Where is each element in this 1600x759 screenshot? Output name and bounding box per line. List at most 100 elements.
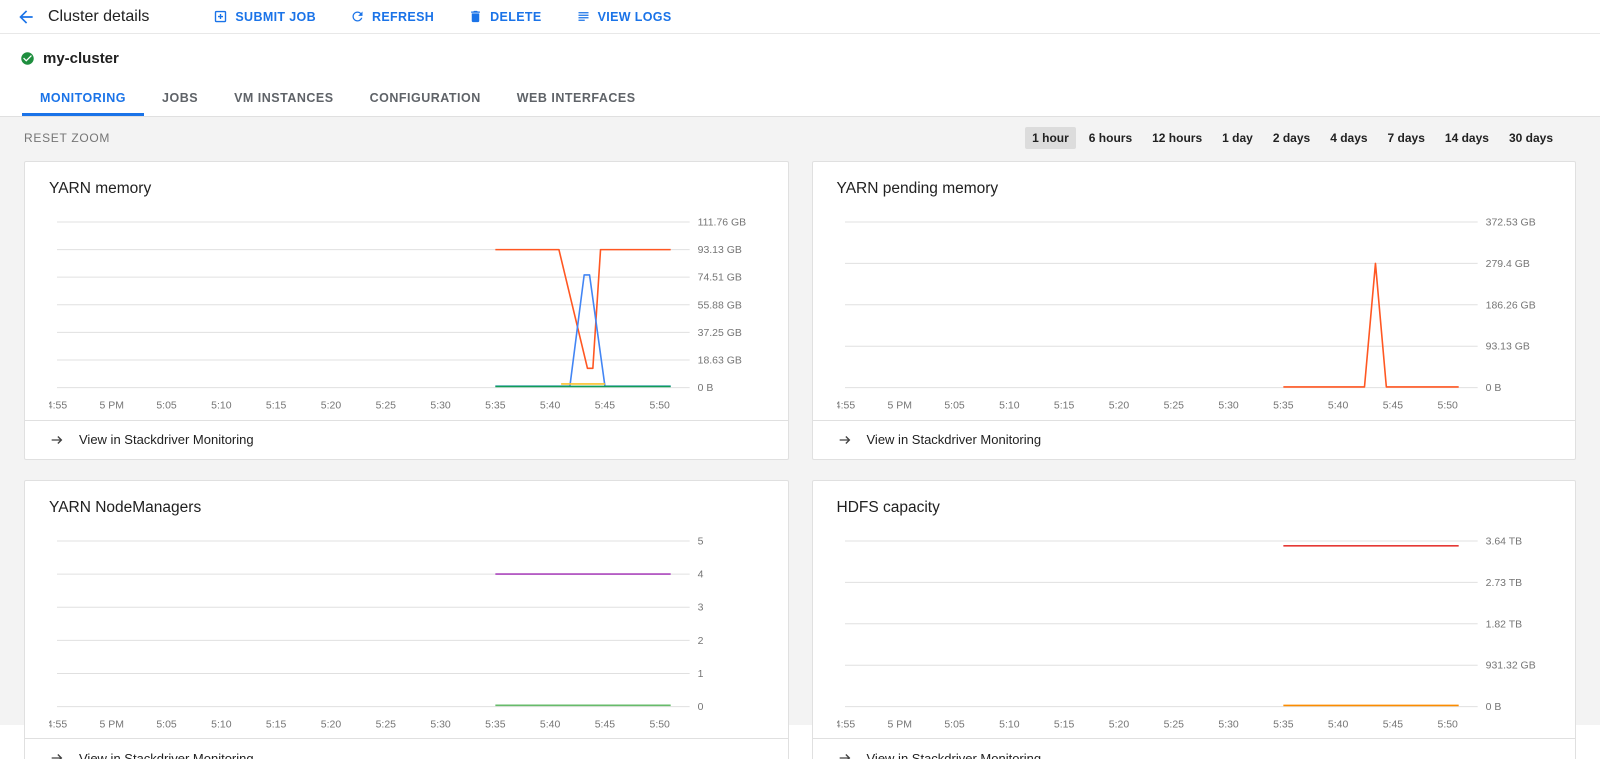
svg-text:5:35: 5:35 <box>1273 719 1294 730</box>
svg-text:5:10: 5:10 <box>999 719 1020 730</box>
svg-text:5:45: 5:45 <box>595 401 616 412</box>
view-logs-button[interactable]: VIEW LOGS <box>564 3 684 30</box>
svg-text:93.13 GB: 93.13 GB <box>698 245 742 256</box>
svg-text:372.53 GB: 372.53 GB <box>1485 217 1535 228</box>
svg-text:5:45: 5:45 <box>1382 719 1403 730</box>
svg-text:5:50: 5:50 <box>1437 401 1458 412</box>
svg-text:5:35: 5:35 <box>1273 401 1294 412</box>
topbar-actions: SUBMIT JOB REFRESH DELETE VIEW LOGS <box>201 3 693 30</box>
svg-text:5:15: 5:15 <box>1053 401 1074 412</box>
svg-text:5:40: 5:40 <box>1327 401 1348 412</box>
tab-vm-instances[interactable]: VM INSTANCES <box>216 82 352 116</box>
chart-title: YARN memory <box>25 162 788 204</box>
time-range-14-days[interactable]: 14 days <box>1438 127 1496 149</box>
svg-text:18.63 GB: 18.63 GB <box>698 355 742 366</box>
svg-text:4:55: 4:55 <box>49 401 67 412</box>
yarn-memory-chart[interactable]: 111.76 GB93.13 GB74.51 GB55.88 GB37.25 G… <box>25 204 788 420</box>
chart-title: YARN pending memory <box>813 162 1576 204</box>
svg-text:5:20: 5:20 <box>321 401 342 412</box>
delete-button[interactable]: DELETE <box>456 3 553 30</box>
svg-text:186.26 GB: 186.26 GB <box>1485 300 1535 311</box>
stackdriver-link[interactable]: View in Stackdriver Monitoring <box>25 420 788 459</box>
svg-text:93.13 GB: 93.13 GB <box>1485 342 1529 353</box>
svg-text:5:30: 5:30 <box>430 719 451 730</box>
svg-text:0: 0 <box>698 702 704 713</box>
svg-text:5:15: 5:15 <box>266 401 287 412</box>
time-range-7-days[interactable]: 7 days <box>1381 127 1432 149</box>
svg-text:5:25: 5:25 <box>376 401 397 412</box>
svg-text:5:20: 5:20 <box>321 719 342 730</box>
svg-text:5:10: 5:10 <box>999 401 1020 412</box>
svg-text:55.88 GB: 55.88 GB <box>698 300 742 311</box>
time-range-1-day[interactable]: 1 day <box>1215 127 1260 149</box>
time-range-12-hours[interactable]: 12 hours <box>1145 127 1209 149</box>
svg-text:5:15: 5:15 <box>1053 719 1074 730</box>
chart-card-yarn-pending-memory: YARN pending memory 372.53 GB279.4 GB186… <box>812 161 1577 460</box>
refresh-icon <box>350 9 365 24</box>
submit-job-button[interactable]: SUBMIT JOB <box>201 3 328 30</box>
time-range-1-hour[interactable]: 1 hour <box>1025 127 1076 149</box>
arrow-right-icon <box>49 750 65 759</box>
svg-text:5:40: 5:40 <box>1327 719 1348 730</box>
stackdriver-link-label: View in Stackdriver Monitoring <box>867 432 1042 447</box>
svg-text:5:40: 5:40 <box>540 401 561 412</box>
stackdriver-link[interactable]: View in Stackdriver Monitoring <box>813 420 1576 459</box>
svg-text:37.25 GB: 37.25 GB <box>698 328 742 339</box>
svg-text:2: 2 <box>698 635 704 646</box>
svg-text:74.51 GB: 74.51 GB <box>698 273 742 284</box>
svg-text:1: 1 <box>698 669 704 680</box>
view-logs-icon <box>576 9 591 24</box>
back-button[interactable] <box>12 3 40 31</box>
cluster-status-ok-icon <box>20 51 35 66</box>
yarn-pending-memory-chart[interactable]: 372.53 GB279.4 GB186.26 GB93.13 GB0 B4:5… <box>813 204 1576 420</box>
svg-text:931.32 GB: 931.32 GB <box>1485 660 1535 671</box>
svg-text:5 PM: 5 PM <box>887 401 911 412</box>
yarn-nodemanagers-chart[interactable]: 5432104:555 PM5:055:105:155:205:255:305:… <box>25 523 788 739</box>
svg-text:5 PM: 5 PM <box>100 401 124 412</box>
time-range-30-days[interactable]: 30 days <box>1502 127 1560 149</box>
hdfs-capacity-chart[interactable]: 3.64 TB2.73 TB1.82 TB931.32 GB0 B4:555 P… <box>813 523 1576 739</box>
chart-title: YARN NodeManagers <box>25 481 788 523</box>
svg-text:5:50: 5:50 <box>1437 719 1458 730</box>
svg-text:0 B: 0 B <box>698 383 714 394</box>
tab-web-interfaces[interactable]: WEB INTERFACES <box>499 82 654 116</box>
svg-text:3.64 TB: 3.64 TB <box>1485 536 1521 547</box>
stackdriver-link[interactable]: View in Stackdriver Monitoring <box>813 738 1576 759</box>
svg-text:4:55: 4:55 <box>49 719 67 730</box>
reset-zoom-button[interactable]: RESET ZOOM <box>24 131 110 145</box>
time-range-6-hours[interactable]: 6 hours <box>1082 127 1139 149</box>
chart-card-hdfs-capacity: HDFS capacity 3.64 TB2.73 TB1.82 TB931.3… <box>812 480 1577 759</box>
chart-card-yarn-nodemanagers: YARN NodeManagers 5432104:555 PM5:055:10… <box>24 480 789 759</box>
top-app-bar: Cluster details SUBMIT JOB REFRESH DELET… <box>0 0 1600 34</box>
svg-text:5:25: 5:25 <box>1163 719 1184 730</box>
cluster-header: my-cluster <box>0 34 1600 82</box>
arrow-right-icon <box>837 750 853 759</box>
svg-text:5:15: 5:15 <box>266 719 287 730</box>
svg-text:5:05: 5:05 <box>944 719 965 730</box>
refresh-button[interactable]: REFRESH <box>338 3 446 30</box>
chart-toolbar: RESET ZOOM 1 hour 6 hours 12 hours 1 day… <box>0 117 1600 161</box>
stackdriver-link-label: View in Stackdriver Monitoring <box>79 432 254 447</box>
svg-text:5:30: 5:30 <box>430 401 451 412</box>
svg-text:5:50: 5:50 <box>650 401 671 412</box>
svg-text:5:10: 5:10 <box>211 719 232 730</box>
svg-text:4: 4 <box>698 569 704 580</box>
stackdriver-link[interactable]: View in Stackdriver Monitoring <box>25 738 788 759</box>
svg-text:5:45: 5:45 <box>595 719 616 730</box>
svg-text:5:05: 5:05 <box>156 401 177 412</box>
tab-monitoring[interactable]: MONITORING <box>22 82 144 116</box>
svg-text:4:55: 4:55 <box>837 401 855 412</box>
svg-text:0 B: 0 B <box>1485 702 1501 713</box>
svg-text:5:45: 5:45 <box>1382 401 1403 412</box>
chart-card-yarn-memory: YARN memory 111.76 GB93.13 GB74.51 GB55.… <box>24 161 789 460</box>
tab-jobs[interactable]: JOBS <box>144 82 216 116</box>
time-range-2-days[interactable]: 2 days <box>1266 127 1317 149</box>
svg-text:5:35: 5:35 <box>485 719 506 730</box>
svg-text:5:40: 5:40 <box>540 719 561 730</box>
svg-text:5:50: 5:50 <box>650 719 671 730</box>
time-range-4-days[interactable]: 4 days <box>1323 127 1374 149</box>
tab-bar: MONITORING JOBS VM INSTANCES CONFIGURATI… <box>0 82 1600 117</box>
tab-configuration[interactable]: CONFIGURATION <box>352 82 499 116</box>
svg-text:5:30: 5:30 <box>1218 719 1239 730</box>
svg-text:5:20: 5:20 <box>1108 719 1129 730</box>
